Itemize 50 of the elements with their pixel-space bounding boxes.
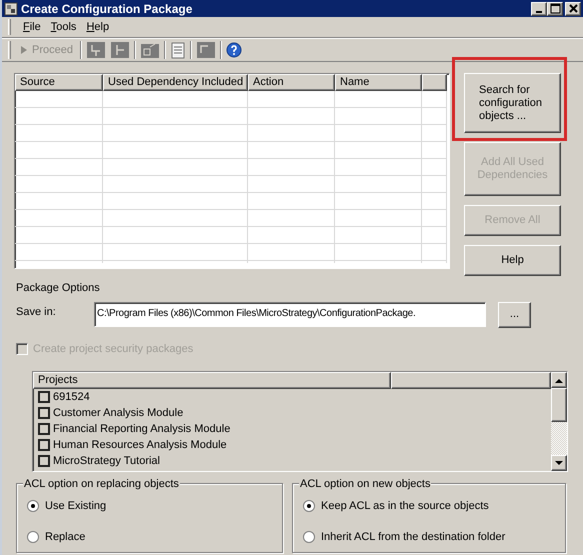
project-label: 691524 xyxy=(53,390,90,404)
checkbox[interactable] xyxy=(38,423,50,435)
checkbox[interactable] xyxy=(38,407,50,419)
path-field[interactable]: C:\Program Files (x86)\Common Files\MicroStrategy\ConfigurationPackage. xyxy=(94,302,486,327)
up-arrow-icon[interactable] xyxy=(555,378,563,382)
radio-label: Inherit ACL from the destination folder xyxy=(321,530,506,544)
scroll-up-button[interactable] xyxy=(551,372,567,388)
checkbox[interactable] xyxy=(38,455,50,467)
radio-label: Replace xyxy=(45,530,86,544)
grid-icon[interactable] xyxy=(86,41,106,59)
action-button[interactable]: Search for configuration objects ... xyxy=(464,73,561,133)
help-icon[interactable] xyxy=(226,42,242,58)
checkbox[interactable] xyxy=(38,391,50,403)
scroll-thumb[interactable] xyxy=(551,388,567,422)
scrollbar[interactable] xyxy=(551,372,567,471)
group-title: ACL option on new objects xyxy=(299,476,432,492)
radio-button[interactable] xyxy=(27,500,39,512)
section-label: Package Options xyxy=(16,281,101,296)
edit-icon[interactable] xyxy=(140,41,160,59)
column-header[interactable]: Projects xyxy=(33,372,391,389)
radio-button[interactable] xyxy=(27,530,39,543)
menu-item[interactable]: File xyxy=(19,18,45,36)
window-icon[interactable] xyxy=(196,41,216,59)
action-button[interactable]: Help xyxy=(464,245,561,276)
column-header[interactable]: Action xyxy=(248,74,335,91)
grid-icon[interactable] xyxy=(110,41,130,59)
project-label: Human Resources Analysis Module xyxy=(53,438,227,452)
radio-label: Keep ACL as in the source objects xyxy=(321,499,489,514)
column-header[interactable] xyxy=(391,372,551,389)
checkbox[interactable] xyxy=(38,439,50,451)
column-header[interactable]: Name xyxy=(335,74,422,91)
project-label: MicroStrategy Tutorial xyxy=(53,454,160,468)
notepad-icon[interactable] xyxy=(170,41,186,59)
project-label: Customer Analysis Module xyxy=(53,406,184,420)
column-header[interactable]: Used Dependency Included xyxy=(103,74,248,91)
window-title: Create Configuration Package xyxy=(21,0,194,18)
project-label: Financial Reporting Analysis Module xyxy=(53,422,230,436)
radio-button[interactable] xyxy=(303,500,315,512)
scroll-down-button[interactable] xyxy=(551,455,567,471)
menu-item[interactable]: Help xyxy=(82,18,114,36)
radio-label: Use Existing xyxy=(45,499,106,514)
field-label: Save in: xyxy=(16,304,57,320)
column-header[interactable]: Source xyxy=(15,74,103,91)
app-icon xyxy=(4,2,18,16)
down-arrow-icon[interactable] xyxy=(555,460,563,466)
browse-button[interactable]: ... xyxy=(498,302,531,328)
radio-button[interactable] xyxy=(303,530,315,543)
group-title: ACL option on replacing objects xyxy=(23,476,180,492)
column-header[interactable] xyxy=(422,74,447,91)
menu-item[interactable]: Tools xyxy=(46,18,80,36)
